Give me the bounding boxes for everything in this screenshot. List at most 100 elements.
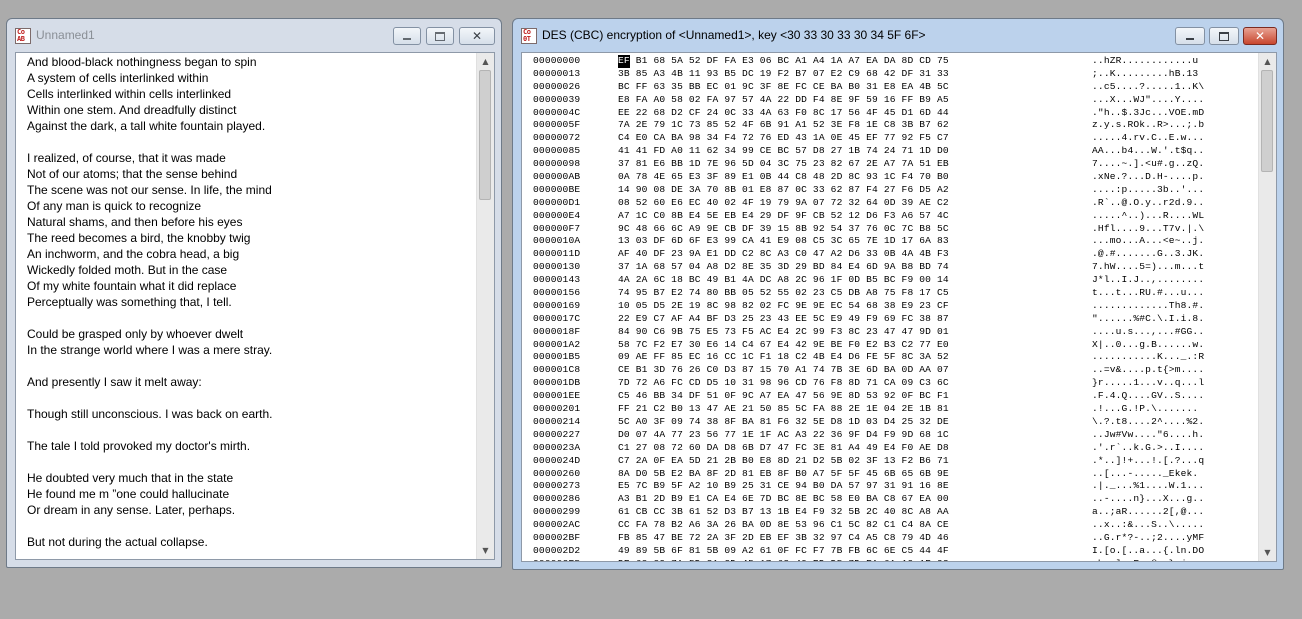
text-line: The reed becomes a bird, the knobby twig: [27, 231, 251, 245]
hex-offset: 00000201: [533, 403, 581, 415]
hex-bytes: 08 52 60 E6 EC 40 02 4F 19 79 9A 07 72 3…: [618, 196, 949, 208]
window-title: Unnamed1: [36, 28, 95, 42]
hex-offset: 000001B5: [533, 351, 581, 363]
hex-offset: 000001A2: [533, 338, 581, 350]
hex-ascii: z.y.s.ROk..R>...;.b: [1092, 119, 1205, 131]
hex-row: 00000201 FF 21 C2 B0 13 47 AE 21 50 85 5C…: [533, 403, 1259, 416]
window-title: DES (CBC) encryption of <Unnamed1>, key …: [542, 28, 926, 42]
text-line: Could be grasped only by whoever dwelt: [27, 327, 244, 341]
hex-offset: 00000000: [533, 55, 581, 66]
hex-bytes: CC FA 78 B2 A6 3A 26 BA 0D 8E 53 96 C1 5…: [618, 519, 949, 531]
hex-ascii: ..-....n}...X...g..: [1092, 493, 1205, 505]
hex-offset: 0000011D: [533, 248, 581, 260]
close-button[interactable]: ✕: [1243, 27, 1277, 45]
minimize-button[interactable]: [1175, 27, 1205, 45]
hex-row: 00000026 BC FF 63 35 BB EC 01 9C 3F 8E FC…: [533, 81, 1259, 94]
hex-row: 00000130 37 1A 68 57 04 A8 D2 8E 35 3D 29…: [533, 261, 1259, 274]
scroll-thumb[interactable]: [479, 70, 491, 200]
hex-bytes: 4A 2A 6C 18 BC 49 B1 4A DC A8 2C 96 1F 0…: [618, 274, 949, 286]
hex-bytes: 10 05 D5 2E 19 8C 98 82 02 FC 9E 9E EC 5…: [618, 299, 949, 311]
scroll-up-arrow-icon[interactable]: ▲: [477, 53, 494, 70]
text-line: [27, 454, 477, 470]
hex-ascii: ..=v&....p.t{>m....: [1092, 364, 1205, 376]
hex-ascii: ..Jw#Vw...."6....h.: [1092, 428, 1205, 440]
hex-ascii: AA...b4...W.'.t$q..: [1092, 145, 1205, 157]
scroll-thumb[interactable]: [1261, 70, 1273, 172]
icon-line-bottom: AB: [17, 35, 25, 43]
close-icon: ✕: [1254, 29, 1266, 43]
hex-row: 0000011D AF 40 DF 23 9A E1 DD C2 8C A3 C0…: [533, 248, 1259, 261]
hex-row: 00000000 EF B1 68 5A 52 DF FA E3 06 BC A1…: [533, 55, 1259, 68]
hex-row: 000000E4 A7 1C C0 8B E4 5E EB E4 29 DF 9F…: [533, 210, 1259, 223]
hex-offset: 00000156: [533, 287, 581, 299]
hex-offset: 000000AB: [533, 171, 581, 183]
hex-row: 00000072 C4 E0 CA BA 98 34 F4 72 76 ED 43…: [533, 132, 1259, 145]
hex-bytes: C5 46 BB 34 DF 51 0F 9C A7 EA 47 56 9E 8…: [618, 390, 949, 402]
hex-ascii: \.?.t8....2^....%2.: [1092, 415, 1205, 427]
hex-bytes: 9C 48 66 6C A9 9E CB DF 39 15 8B 92 54 3…: [618, 222, 949, 234]
hex-ascii: 7.hW....5=)...m...t: [1092, 261, 1205, 273]
hex-ascii: ....:p.....3b..'...: [1092, 183, 1205, 195]
hex-offset: 000000E4: [533, 209, 581, 221]
hex-ascii: J*l..I.J..,........: [1092, 274, 1205, 286]
minimize-button[interactable]: [393, 27, 421, 45]
app-icon[interactable]: Co 0T: [521, 28, 537, 44]
hex-bytes: 37 1A 68 57 04 A8 D2 8E 35 3D 29 BD 84 E…: [618, 261, 949, 273]
vertical-scrollbar[interactable]: ▲ ▼: [1258, 53, 1276, 561]
hex-viewer[interactable]: 00000000 EF B1 68 5A 52 DF FA E3 06 BC A1…: [521, 52, 1277, 562]
hex-bytes: 84 90 C6 9B 75 E5 73 F5 AC E4 2C 99 F3 8…: [618, 325, 949, 337]
hex-bytes: 3B 85 A3 4B 11 93 B5 DC 19 F2 B7 07 E2 C…: [618, 67, 949, 79]
hex-offset: 0000005F: [533, 119, 581, 131]
hex-offset: 0000010A: [533, 235, 581, 247]
hex-bytes-rest: B1 68 5A 52 DF FA E3 06 BC A1 A4 1A A7 E…: [629, 55, 949, 66]
hex-row: 00000013 3B 85 A3 4B 11 93 B5 DC 19 F2 B7…: [533, 68, 1259, 81]
hex-offset: 0000023A: [533, 441, 581, 453]
text-editor[interactable]: And blood-black nothingness began to spi…: [15, 52, 495, 560]
text-line: Wickedly folded moth. But in the case: [27, 263, 228, 277]
hex-cursor[interactable]: EF: [618, 55, 630, 68]
hex-ascii: ."h..$.3Jc...VOE.mD: [1092, 106, 1205, 118]
hex-window[interactable]: Co 0T DES (CBC) encryption of <Unnamed1>…: [512, 18, 1284, 570]
maximize-button[interactable]: [426, 27, 454, 45]
hex-window-titlebar[interactable]: Co 0T DES (CBC) encryption of <Unnamed1>…: [513, 19, 1283, 51]
hex-offset: 000002E5: [533, 558, 618, 561]
text-line: Or dream in any sense. Later, perhaps.: [27, 503, 236, 517]
scroll-up-arrow-icon[interactable]: ▲: [1259, 53, 1276, 70]
hex-row: 00000299 61 CB CC 3B 61 52 D3 B7 13 1B E4…: [533, 506, 1259, 519]
text-line: Against the dark, a tall white fountain …: [27, 119, 266, 133]
hex-row: 000002E5DE 68 89 7A 5D 3A 2D 45 17 63 40…: [533, 558, 1259, 561]
hex-dump[interactable]: 00000000 EF B1 68 5A 52 DF FA E3 06 BC A1…: [522, 53, 1259, 561]
hex-bytes: EE 22 68 D2 CF 24 0C 33 4A 63 F0 8C 17 5…: [618, 106, 949, 118]
hex-ascii: ...........K..._.:R: [1092, 351, 1205, 363]
hex-bytes: CE B1 3D 76 26 C0 D3 87 15 70 A1 74 7B 3…: [618, 364, 949, 376]
maximize-button[interactable]: [1209, 27, 1239, 45]
text-line: Though still unconscious. I was back on …: [27, 407, 273, 421]
scroll-down-arrow-icon[interactable]: ▼: [477, 542, 494, 559]
text-line: [27, 310, 477, 326]
hex-ascii: ..[...-....._Ekek.: [1092, 467, 1199, 479]
hex-bytes: 49 89 5B 6F 81 5B 09 A2 61 0F FC F7 7B F…: [618, 544, 949, 556]
hex-ascii: ..hZR............u: [1092, 55, 1199, 66]
hex-offset: 00000130: [533, 261, 581, 273]
text-line: And presently I saw it melt away:: [27, 375, 202, 389]
vertical-scrollbar[interactable]: ▲ ▼: [476, 53, 494, 559]
text-line: An inchworm, and the cobra head, a big: [27, 247, 240, 261]
hex-offset: 00000085: [533, 145, 581, 157]
close-button[interactable]: ✕: [459, 27, 495, 45]
app-icon[interactable]: Co AB: [15, 28, 31, 44]
hex-ascii: .!...G.!P.\.......: [1092, 403, 1199, 415]
hex-bytes: 61 CB CC 3B 61 52 D3 B7 13 1B E4 F9 32 5…: [618, 506, 949, 518]
text-window-titlebar[interactable]: Co AB Unnamed1 ✕: [7, 19, 501, 51]
text-window[interactable]: Co AB Unnamed1 ✕ And blood-black nothing…: [6, 18, 502, 568]
hex-offset: 000002BF: [533, 531, 581, 543]
hex-ascii: .|._...%1....W.1...: [1092, 480, 1205, 492]
hex-row: 00000143 4A 2A 6C 18 BC 49 B1 4A DC A8 2C…: [533, 274, 1259, 287]
hex-row: 000000AB 0A 78 4E 65 E3 3F 89 E1 0B 44 C8…: [533, 171, 1259, 184]
hex-offset: 0000004C: [533, 106, 581, 118]
text-line: A system of cells interlinked within: [27, 71, 209, 85]
hex-ascii: .@.#.......G..3.JK.: [1092, 248, 1205, 260]
hex-offset: 00000072: [533, 132, 581, 144]
scroll-down-arrow-icon[interactable]: ▼: [1259, 544, 1276, 561]
text-content[interactable]: And blood-black nothingness began to spi…: [16, 53, 477, 559]
hex-row: 000001C8 CE B1 3D 76 26 C0 D3 87 15 70 A1…: [533, 364, 1259, 377]
